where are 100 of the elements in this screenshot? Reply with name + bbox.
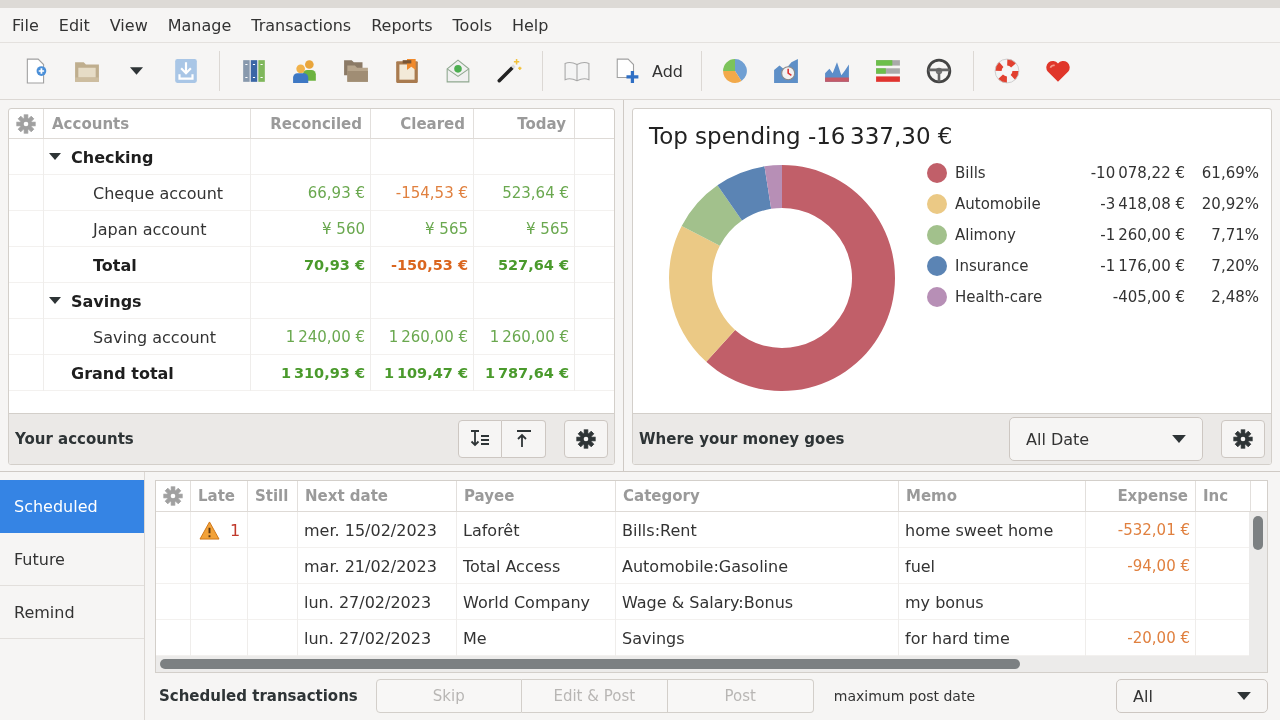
table-cell-text: Total Access	[462, 555, 562, 578]
table-cell-text: lun. 27/02/2023	[303, 627, 433, 650]
amount-cell-text: 66,93 €	[306, 183, 366, 204]
steering-wheel-icon[interactable]	[926, 58, 953, 84]
amount-cell-text: 527,64 €	[496, 256, 570, 275]
menu-item[interactable]: Transactions	[241, 15, 362, 35]
table-cell-text: for hard time	[904, 627, 1011, 650]
date-range-dropdown[interactable]: All Date	[1009, 417, 1203, 461]
column-header[interactable]: Late	[191, 481, 248, 511]
menu-item[interactable]: Manage	[157, 15, 242, 35]
amount-cell-text: 70,93 €	[303, 256, 366, 275]
account-name: Saving account	[93, 327, 216, 347]
envelope-icon[interactable]	[444, 58, 471, 84]
column-header[interactable]: Memo	[899, 481, 1086, 511]
group-label: Savings	[71, 291, 142, 311]
amount-cell-text: 523,64 €	[501, 183, 570, 204]
account-name: Japan account	[93, 219, 207, 239]
arrow-down-lines-icon	[470, 429, 490, 449]
account-name: Cheque account	[93, 183, 224, 203]
amount-cell-text: ¥ 565	[525, 219, 570, 240]
menu-item[interactable]: Help	[501, 15, 559, 35]
amount-cell-text: 1 240,00 €	[284, 327, 366, 348]
legend-amount: -1 260,00 €	[1099, 226, 1185, 244]
column-header[interactable]: Reconciled	[251, 109, 371, 138]
amount-cell-text: 1 787,64 €	[483, 364, 570, 383]
menu-item[interactable]: Edit	[48, 15, 100, 35]
amount-cell-text: 1 310,93 €	[279, 364, 366, 383]
heart-icon[interactable]	[1045, 58, 1072, 84]
column-header[interactable]: Accounts	[44, 109, 251, 138]
scrollbar-thumb[interactable]	[1253, 516, 1263, 550]
legend-percent: 61,69%	[1200, 164, 1259, 182]
panel-title: Scheduled transactions	[159, 687, 358, 705]
column-header[interactable]: Today	[474, 109, 575, 138]
table-cell-text: Automobile:Gasoline	[621, 555, 789, 578]
clipboard-icon[interactable]	[393, 58, 420, 84]
column-header[interactable]: Inc	[1196, 481, 1251, 511]
document-plus-icon	[614, 58, 640, 84]
table-cell-text: Savings	[621, 627, 686, 650]
sidebar-tab[interactable]: Remind	[0, 586, 144, 639]
table-cell-text: Wage & Salary:Bonus	[621, 591, 795, 614]
caret-icon[interactable]	[129, 67, 143, 75]
amount-cell-text: -154,53 €	[394, 183, 469, 204]
settings-button[interactable]	[1221, 420, 1265, 458]
table-cell-text: -20,00 €	[1126, 628, 1191, 649]
sidebar-tab[interactable]: Scheduled	[0, 480, 144, 533]
legend-amount: -3 418,08 €	[1099, 195, 1185, 213]
magic-wand-icon[interactable]	[495, 58, 522, 84]
amount-cell-text: ¥ 560	[321, 219, 366, 240]
legend-amount: -405,00 €	[1111, 288, 1185, 306]
column-header[interactable]: Payee	[457, 481, 616, 511]
books-icon[interactable]	[240, 58, 267, 84]
caret-icon	[1172, 435, 1186, 443]
expand-all-button[interactable]	[458, 420, 502, 458]
table-cell-text: lun. 27/02/2023	[303, 591, 433, 614]
folders-icon[interactable]	[342, 58, 369, 84]
menu-item[interactable]: View	[99, 15, 158, 35]
legend-percent: 7,20%	[1210, 257, 1259, 275]
amount-cell-text: ¥ 565	[424, 219, 469, 240]
table-cell-text: home sweet home	[904, 519, 1055, 542]
lifebuoy-icon[interactable]	[994, 58, 1021, 84]
panel-title: Where your money goes	[639, 430, 845, 448]
sidebar-tab[interactable]: Future	[0, 533, 144, 586]
collapse-all-button[interactable]	[502, 420, 546, 458]
table-cell-text: Me	[462, 627, 488, 650]
amount-cell-text: 1 260,00 €	[488, 327, 570, 348]
column-header[interactable]: Still	[248, 481, 298, 511]
legend-label: Alimony	[955, 226, 1017, 244]
table-cell-text: World Company	[462, 591, 592, 614]
table-cell-text: mer. 15/02/2023	[303, 519, 438, 542]
legend-label: Automobile	[955, 195, 1042, 213]
table-cell-text: -532,01 €	[1116, 520, 1191, 541]
amount-cell-text: 1 109,47 €	[382, 364, 469, 383]
menu-item[interactable]: Reports	[361, 15, 443, 35]
column-header[interactable]: Category	[616, 481, 899, 511]
column-header[interactable]: Cleared	[371, 109, 474, 138]
people-icon[interactable]	[291, 58, 318, 84]
legend-percent: 2,48%	[1210, 288, 1259, 306]
settings-icon	[1233, 429, 1253, 449]
bar-rows-icon[interactable]	[875, 58, 902, 84]
scrollbar-thumb[interactable]	[160, 659, 1020, 669]
settings-icon	[576, 429, 596, 449]
table-cell-text: -94,00 €	[1126, 556, 1191, 577]
column-header[interactable]: Expense	[1086, 481, 1196, 511]
menu-item[interactable]: Tools	[442, 15, 502, 35]
settings-icon[interactable]	[16, 113, 36, 134]
pie-chart-icon[interactable]	[722, 58, 749, 84]
chart-title: Top spending -16 337,30 €	[649, 123, 954, 149]
column-header[interactable]: Next date	[298, 481, 457, 511]
caret-icon	[1237, 692, 1251, 700]
late-count: 1	[230, 520, 241, 540]
add-button[interactable]: Add	[602, 58, 693, 84]
table-cell-text: my bonus	[904, 591, 985, 614]
table-cell-text: Bills:Rent	[621, 519, 698, 542]
settings-icon[interactable]	[163, 486, 183, 506]
legend-amount: -10 078,22 €	[1089, 164, 1185, 182]
settings-button[interactable]	[564, 420, 608, 458]
chart-clock-icon[interactable]	[773, 58, 800, 84]
amount-cell-text: 1 260,00 €	[387, 327, 469, 348]
max-post-date-dropdown[interactable]: All	[1116, 679, 1268, 713]
menu-item[interactable]: File	[2, 15, 49, 35]
